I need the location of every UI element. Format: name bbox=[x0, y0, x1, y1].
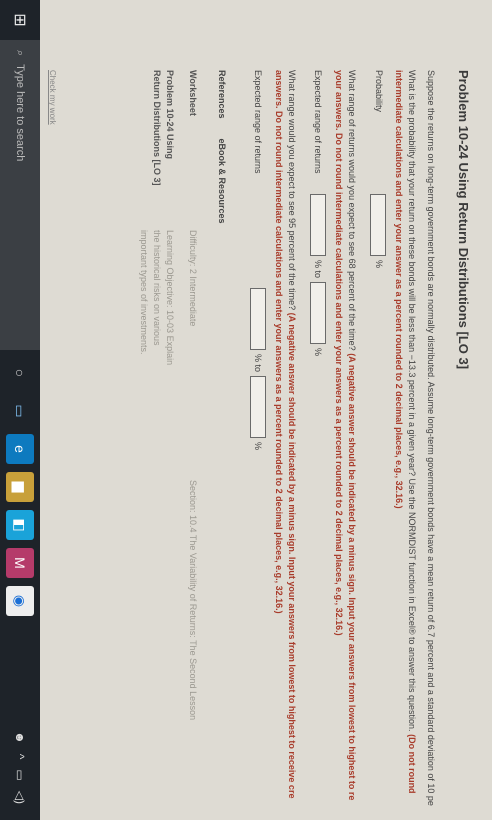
question-1-text: What is the probability that your return… bbox=[407, 70, 418, 732]
network-icon[interactable]: ▭ bbox=[13, 769, 27, 780]
ebook-resources-link[interactable]: eBook & Resources bbox=[215, 139, 228, 224]
references-label: References bbox=[216, 70, 227, 119]
worksheet-middle: Difficulty: 2 Intermediate Learning Obje… bbox=[137, 230, 199, 380]
question-2: What range of returns would you expect t… bbox=[332, 70, 358, 820]
objective-text: Learning Objective: 10-03 Explain the hi… bbox=[138, 230, 175, 366]
range-95-high-input[interactable] bbox=[249, 376, 266, 439]
range-68-percent: % bbox=[313, 348, 324, 357]
taskbar-search[interactable]: ⌕ Type here to search bbox=[0, 40, 40, 350]
volume-icon[interactable]: ◁) bbox=[13, 791, 27, 804]
probability-label: Probability bbox=[373, 70, 384, 113]
rotated-screen: Problem 10-24 Using Return Distributions… bbox=[0, 0, 492, 820]
mail-icon[interactable]: M bbox=[6, 548, 34, 578]
range-95-to: % to bbox=[253, 354, 264, 373]
edge-icon[interactable]: e bbox=[6, 434, 34, 464]
question-1-answer-row: Probability % bbox=[370, 70, 387, 820]
search-placeholder: Type here to search bbox=[14, 64, 26, 162]
task-view-icon[interactable]: ▭ bbox=[6, 396, 34, 426]
search-icon: ⌕ bbox=[14, 50, 27, 57]
percent-sign: % bbox=[373, 260, 384, 269]
difficulty-text: Difficulty: 2 Intermediate bbox=[187, 230, 198, 327]
chrome-icon[interactable]: ◉ bbox=[6, 586, 34, 616]
store-icon[interactable]: ◧ bbox=[6, 510, 34, 540]
range-68-to: % to bbox=[313, 260, 324, 279]
system-tray: ☻ ^ ▭ ◁) bbox=[13, 731, 27, 820]
check-my-work-link[interactable]: Check my work bbox=[46, 70, 58, 125]
question-2-answer-row: Expected range of returns % to % bbox=[309, 70, 326, 820]
taskbar: ⊞ ⌕ Type here to search ○ ▭ e ▆ ◧ M ◉ ☻ … bbox=[0, 0, 40, 820]
windows-start-icon[interactable]: ⊞ bbox=[0, 0, 40, 40]
page-title: Problem 10-24 Using Return Distributions… bbox=[456, 70, 471, 370]
worksheet-label[interactable]: Worksheet bbox=[186, 70, 199, 190]
worksheet-right: Section: 10.4 The Variability of Returns… bbox=[137, 480, 199, 720]
worksheet-problem: Problem 10-24 Using Return Distributions… bbox=[151, 70, 175, 186]
question-1: What is the probability that your return… bbox=[392, 70, 418, 820]
question-3-text: What range would you expect to see 95 pe… bbox=[286, 70, 297, 311]
range-95-low-input[interactable] bbox=[249, 288, 266, 350]
range-68-label: Expected range of returns bbox=[313, 70, 324, 174]
intro-text: Suppose the returns on long-term governm… bbox=[426, 70, 437, 806]
section-text: Section: 10.4 The Variability of Returns… bbox=[187, 480, 198, 721]
chevron-up-icon[interactable]: ^ bbox=[13, 754, 27, 760]
range-95-label: Expected range of returns bbox=[253, 70, 264, 174]
people-icon[interactable]: ☻ bbox=[13, 731, 27, 744]
worksheet-left: Worksheet Problem 10-24 Using Return Dis… bbox=[137, 70, 199, 190]
question-2-text: What range of returns would you expect t… bbox=[347, 70, 358, 351]
references-bar: References eBook & Resources bbox=[215, 70, 228, 820]
question-3-answer-row: Expected range of returns % to % bbox=[249, 70, 266, 820]
folder-icon[interactable]: ▆ bbox=[6, 472, 34, 502]
range-68-low-input[interactable] bbox=[309, 194, 326, 256]
cortana-icon[interactable]: ○ bbox=[6, 358, 34, 388]
worksheet-panel: Worksheet Problem 10-24 Using Return Dis… bbox=[137, 70, 199, 820]
problem-content: Problem 10-24 Using Return Distributions… bbox=[40, 0, 492, 820]
question-3: What range would you expect to see 95 pe… bbox=[272, 70, 298, 820]
probability-input[interactable] bbox=[370, 194, 387, 256]
range-95-percent: % bbox=[253, 442, 264, 451]
range-68-high-input[interactable] bbox=[309, 282, 326, 345]
